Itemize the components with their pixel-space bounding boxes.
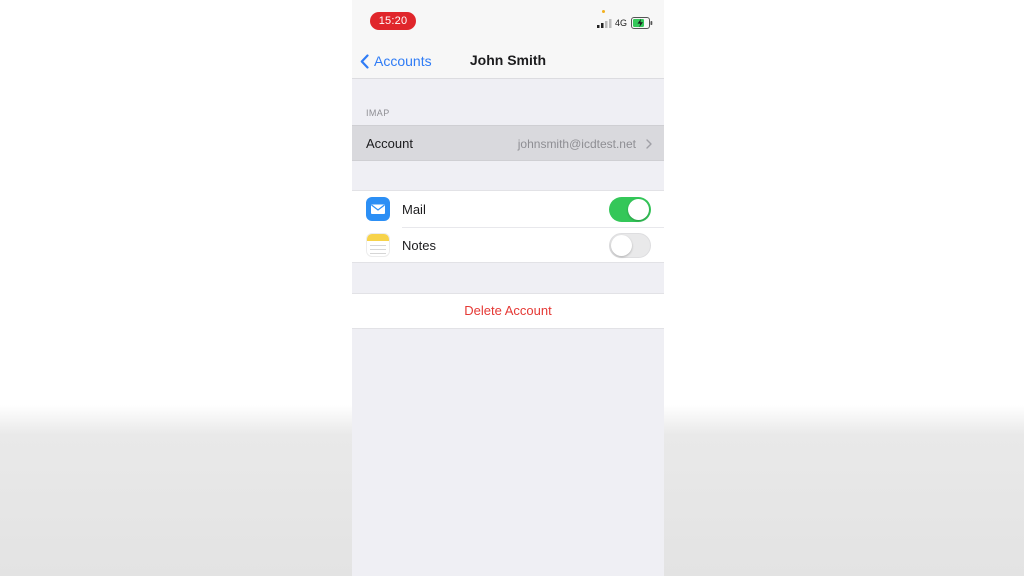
mail-app-icon: [366, 197, 390, 221]
network-type: 4G: [615, 18, 628, 28]
cellular-signal-icon: [597, 19, 612, 28]
account-email: johnsmith@icdtest.net: [517, 137, 636, 151]
mail-toggle[interactable]: [609, 197, 651, 222]
privacy-indicator-dot: [602, 10, 605, 13]
navigation-bar: Accounts John Smith: [352, 40, 664, 79]
battery-charging-icon: [631, 17, 653, 29]
list-item-notes: Notes: [352, 227, 664, 263]
phone-screen: 15:20 4G Accounts John Smith IMAP Accoun…: [352, 0, 664, 576]
page-title: John Smith: [469, 52, 547, 68]
toggle-knob: [611, 235, 632, 256]
notes-label: Notes: [402, 238, 436, 253]
status-time[interactable]: 15:20: [370, 12, 416, 30]
chevron-right-icon: [646, 139, 652, 149]
account-row[interactable]: Account johnsmith@icdtest.net: [352, 125, 664, 161]
delete-account-button[interactable]: Delete Account: [352, 293, 664, 329]
notes-app-icon: [366, 233, 390, 257]
account-label: Account: [366, 136, 413, 151]
toggle-knob: [628, 199, 649, 220]
list-item-mail: Mail: [352, 191, 664, 227]
apps-list: Mail Notes: [352, 190, 664, 263]
notes-toggle[interactable]: [609, 233, 651, 258]
section-header-imap: IMAP: [366, 108, 390, 118]
status-bar: 15:20 4G: [352, 0, 664, 40]
mail-label: Mail: [402, 202, 426, 217]
